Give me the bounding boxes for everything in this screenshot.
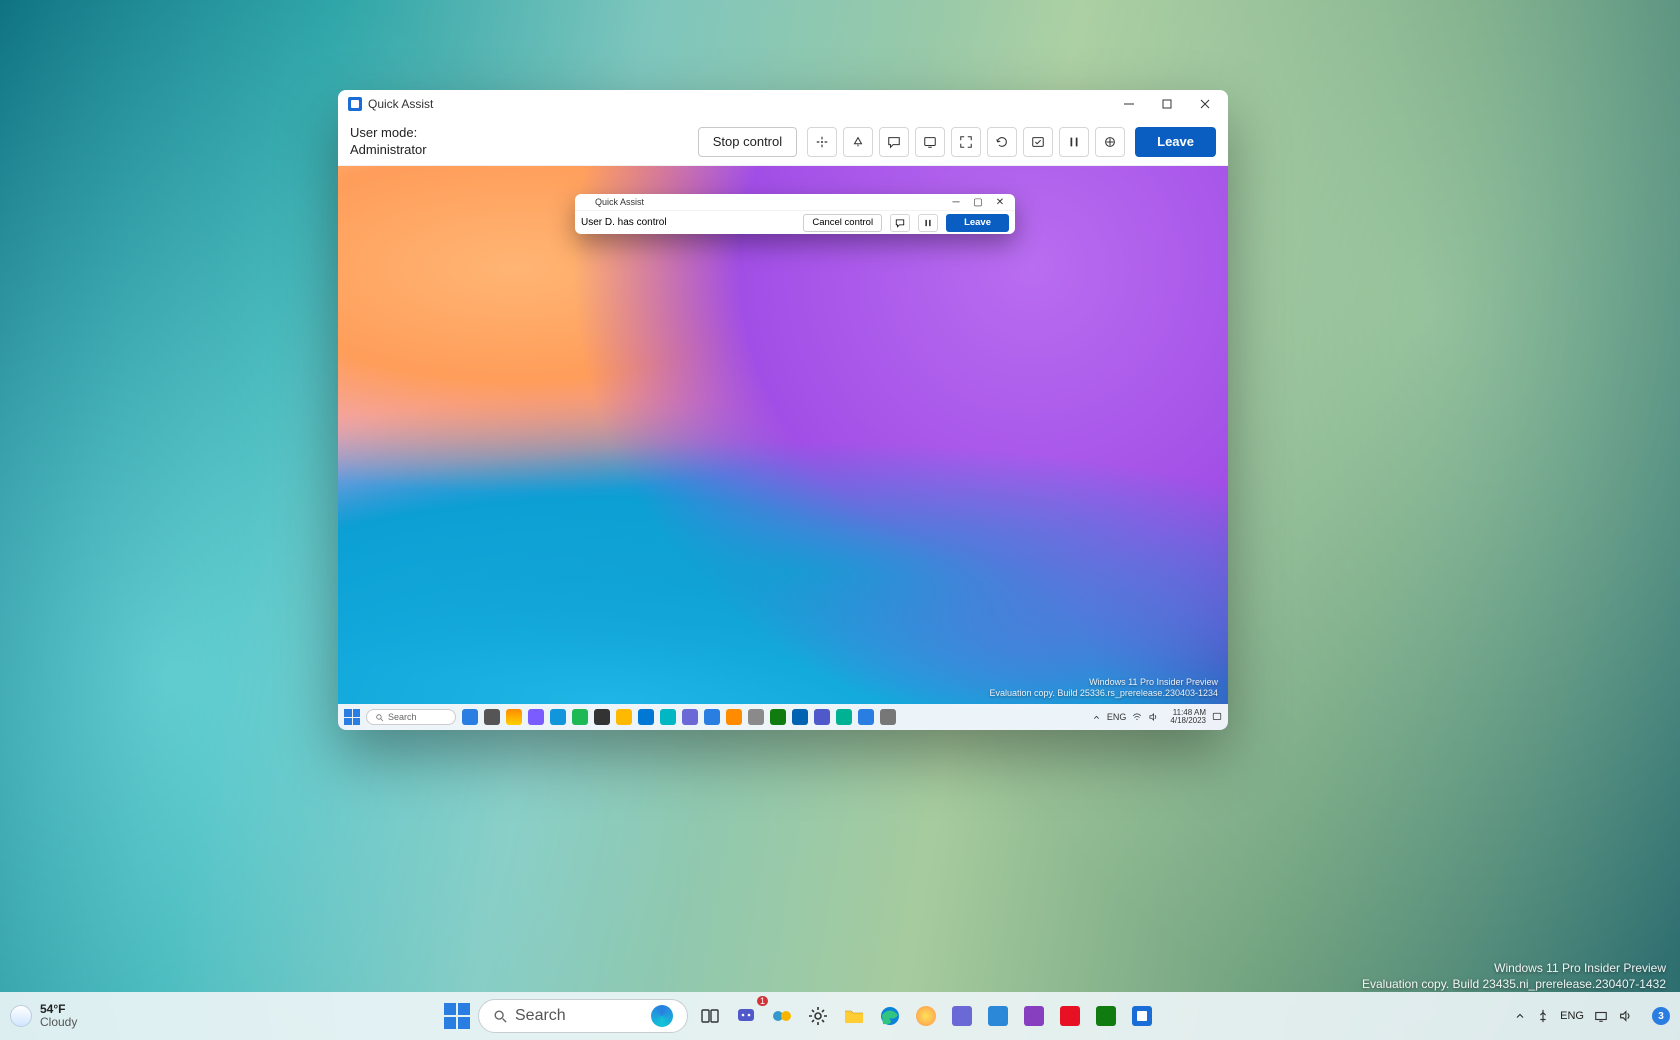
remote-taskbar-app-icon[interactable] [682, 709, 698, 725]
pause-icon[interactable] [1059, 127, 1089, 157]
remote-wifi-icon[interactable] [1132, 712, 1142, 722]
weather-icon [10, 1005, 32, 1027]
taskbar-app-icon[interactable] [1092, 1002, 1120, 1030]
minimize-button[interactable] [1110, 90, 1148, 118]
chat-icon[interactable] [879, 127, 909, 157]
weather-widget[interactable]: 54°F Cloudy [10, 1003, 170, 1029]
taskbar-app-icon[interactable] [1056, 1002, 1084, 1030]
search-placeholder: Search [515, 1007, 566, 1025]
restart-icon[interactable] [987, 127, 1017, 157]
remote-quick-assist-title: Quick Assist [595, 197, 644, 207]
cancel-control-button[interactable]: Cancel control [803, 214, 882, 232]
remote-volume-icon[interactable] [1148, 712, 1158, 722]
remote-desktop-viewport[interactable]: Quick Assist ─ ▢ ✕ User D. has control C… [338, 166, 1228, 730]
user-mode-label: User mode: [350, 125, 427, 141]
remote-quick-assist-window: Quick Assist ─ ▢ ✕ User D. has control C… [575, 194, 1015, 234]
fullscreen-icon[interactable] [951, 127, 981, 157]
leave-button[interactable]: Leave [1135, 127, 1216, 157]
quick-assist-title: Quick Assist [368, 97, 433, 111]
taskbar-app-icon[interactable] [912, 1002, 940, 1030]
quick-assist-toolbar: User mode: Administrator Stop control [338, 118, 1228, 166]
remote-taskbar-app-icon[interactable] [792, 709, 808, 725]
taskbar-search-box[interactable]: Search [478, 999, 688, 1033]
remote-tray-chevron-icon[interactable] [1092, 713, 1101, 722]
bing-icon [651, 1005, 673, 1027]
remote-taskbar: Search [338, 704, 1228, 730]
remote-taskbar-app-icon[interactable] [814, 709, 830, 725]
host-desktop: Quick Assist User mode: Administrator St… [0, 0, 1680, 1040]
remote-taskbar-app-icon[interactable] [748, 709, 764, 725]
remote-taskbar-app-icon[interactable] [594, 709, 610, 725]
remote-search-box[interactable]: Search [366, 709, 456, 725]
host-build-watermark: Windows 11 Pro Insider Preview Evaluatio… [1362, 960, 1666, 992]
remote-taskbar-app-icon[interactable] [770, 709, 786, 725]
remote-build-watermark: Windows 11 Pro Insider Preview Evaluatio… [990, 677, 1219, 700]
quick-assist-taskbar-icon[interactable] [1128, 1002, 1156, 1030]
remote-start-button[interactable] [344, 709, 360, 725]
taskbar-app-icon[interactable] [948, 1002, 976, 1030]
annotation-icon[interactable] [843, 127, 873, 157]
quick-assist-app-icon [581, 197, 591, 207]
taskbar-app-icon[interactable] [1020, 1002, 1048, 1030]
quick-assist-app-icon [348, 97, 362, 111]
remote-taskbar-app-icon[interactable] [858, 709, 874, 725]
chat-badge: 1 [757, 996, 768, 1006]
file-explorer-icon[interactable] [840, 1002, 868, 1030]
maximize-button[interactable] [1148, 90, 1186, 118]
remote-maximize-button[interactable]: ▢ [967, 194, 989, 210]
quick-assist-window: Quick Assist User mode: Administrator St… [338, 90, 1228, 730]
weather-condition: Cloudy [40, 1016, 77, 1029]
settings-icon[interactable] [1095, 127, 1125, 157]
remote-taskbar-app-icon[interactable] [704, 709, 720, 725]
chat-icon[interactable]: 1 [732, 1002, 760, 1030]
remote-close-button[interactable]: ✕ [989, 194, 1011, 210]
user-mode-value: Administrator [350, 142, 427, 158]
language-indicator[interactable]: ENG [1560, 1010, 1584, 1022]
copilot-icon[interactable] [768, 1002, 796, 1030]
taskbar-app-icon[interactable] [984, 1002, 1012, 1030]
settings-app-icon[interactable] [804, 1002, 832, 1030]
remote-taskbar-app-icon[interactable] [462, 709, 478, 725]
remote-taskbar-app-icon[interactable] [572, 709, 588, 725]
laser-pointer-icon[interactable] [807, 127, 837, 157]
remote-taskbar-app-icon[interactable] [726, 709, 742, 725]
remote-taskbar-app-icon[interactable] [528, 709, 544, 725]
volume-icon[interactable] [1618, 1009, 1632, 1023]
task-manager-icon[interactable] [1023, 127, 1053, 157]
task-view-icon[interactable] [696, 1002, 724, 1030]
remote-wallpaper [338, 166, 1228, 730]
remote-taskbar-app-icon[interactable] [836, 709, 852, 725]
remote-taskbar-app-icon[interactable] [484, 709, 500, 725]
remote-clock[interactable]: 11:48 AM 4/18/2023 [1170, 709, 1206, 726]
remote-taskbar-app-icon[interactable] [506, 709, 522, 725]
start-button[interactable] [444, 1003, 470, 1029]
remote-taskbar-app-icon[interactable] [660, 709, 676, 725]
remote-chat-icon[interactable] [890, 214, 910, 232]
remote-minimize-button[interactable]: ─ [945, 194, 967, 210]
edge-icon[interactable] [876, 1002, 904, 1030]
remote-taskbar-app-icon[interactable] [638, 709, 654, 725]
remote-quick-assist-titlebar[interactable]: Quick Assist ─ ▢ ✕ [575, 194, 1015, 210]
remote-notifications-icon[interactable] [1212, 712, 1222, 722]
remote-taskbar-app-icon[interactable] [550, 709, 566, 725]
tray-chevron-icon[interactable] [1514, 1010, 1526, 1022]
remote-language-indicator[interactable]: ENG [1107, 712, 1127, 722]
usb-icon[interactable] [1536, 1009, 1550, 1023]
remote-taskbar-app-icon[interactable] [616, 709, 632, 725]
host-taskbar: 54°F Cloudy Search 1 [0, 992, 1680, 1040]
network-icon[interactable] [1594, 1009, 1608, 1023]
quick-assist-titlebar[interactable]: Quick Assist [338, 90, 1228, 118]
remote-taskbar-app-icon[interactable] [880, 709, 896, 725]
remote-control-status: User D. has control [581, 217, 667, 228]
remote-leave-button[interactable]: Leave [946, 214, 1009, 232]
search-icon [493, 1009, 507, 1023]
remote-pause-icon[interactable] [918, 214, 938, 232]
notification-count-badge[interactable]: 3 [1652, 1007, 1670, 1025]
stop-control-button[interactable]: Stop control [698, 127, 797, 157]
close-button[interactable] [1186, 90, 1224, 118]
actual-size-icon[interactable] [915, 127, 945, 157]
remote-search-placeholder: Search [388, 712, 417, 722]
